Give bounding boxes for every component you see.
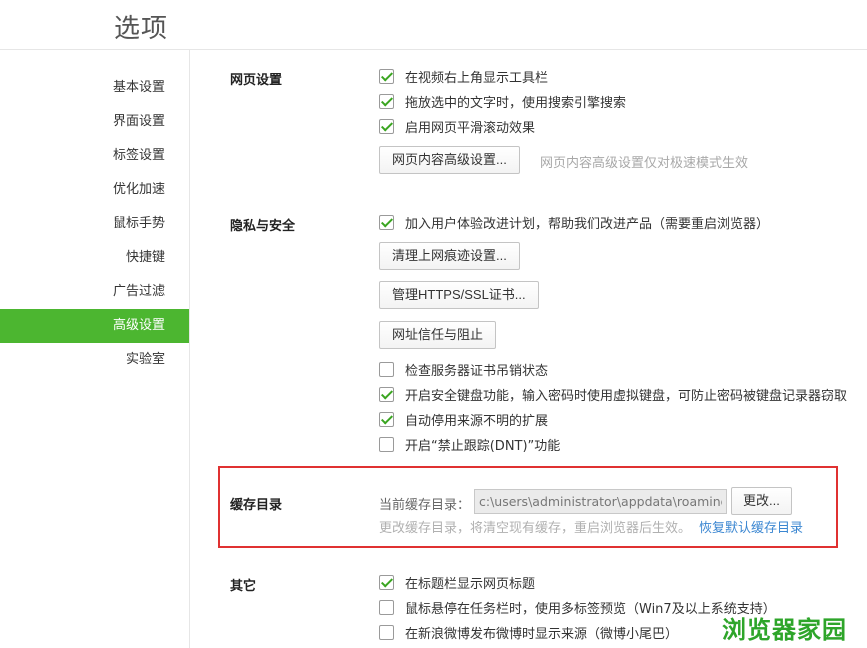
option-label: 拖放选中的文字时，使用搜索引擎搜索 bbox=[405, 95, 627, 111]
web-advanced-settings-button[interactable]: 网页内容高级设置... bbox=[379, 146, 520, 174]
checkbox-unchecked-icon[interactable] bbox=[379, 624, 394, 640]
option-label: 开启“禁止跟踪(DNT)”功能 bbox=[405, 438, 561, 454]
cache-hint: 更改缓存目录，将清空现有缓存，重启浏览器后生效。 bbox=[379, 521, 692, 536]
option-taskbar-preview[interactable]: 鼠标悬停在任务栏时，使用多标签预览（Win7及以上系统支持） bbox=[379, 597, 776, 617]
option-label: 在视频右上角显示工具栏 bbox=[405, 70, 549, 86]
page-header: 选项 bbox=[0, 0, 867, 50]
option-label: 检查服务器证书吊销状态 bbox=[405, 363, 549, 379]
checkbox-checked-icon[interactable] bbox=[379, 411, 394, 427]
option-label: 启用网页平滑滚动效果 bbox=[405, 120, 536, 136]
sidebar-item-adblock[interactable]: 广告过滤 bbox=[0, 275, 189, 309]
option-label: 在新浪微博发布微博时显示来源（微博小尾巴） bbox=[405, 626, 679, 642]
cache-change-button[interactable]: 更改... bbox=[731, 487, 792, 515]
page-title: 选项 bbox=[114, 14, 169, 44]
checkbox-checked-icon[interactable] bbox=[379, 93, 394, 109]
option-smooth-scroll[interactable]: 启用网页平滑滚动效果 bbox=[379, 116, 535, 136]
option-weibo-source[interactable]: 在新浪微博发布微博时显示来源（微博小尾巴） bbox=[379, 622, 678, 642]
cache-current-label: 当前缓存目录： bbox=[379, 498, 471, 513]
option-video-toolbar[interactable]: 在视频右上角显示工具栏 bbox=[379, 66, 548, 86]
restore-default-cache-link[interactable]: 恢复默认缓存目录 bbox=[699, 517, 803, 536]
option-disable-unknown-extensions[interactable]: 自动停用来源不明的扩展 bbox=[379, 409, 548, 429]
section-title-other: 其它 bbox=[230, 579, 257, 594]
option-drag-search[interactable]: 拖放选中的文字时，使用搜索引擎搜索 bbox=[379, 91, 626, 111]
option-ux-program[interactable]: 加入用户体验改进计划，帮助我们改进产品（需要重启浏览器） bbox=[379, 212, 769, 232]
option-cert-revocation[interactable]: 检查服务器证书吊销状态 bbox=[379, 359, 548, 379]
checkbox-checked-icon[interactable] bbox=[379, 214, 394, 230]
sidebar-item-shortcuts[interactable]: 快捷键 bbox=[0, 241, 189, 275]
sidebar-item-advanced[interactable]: 高级设置 bbox=[0, 309, 189, 343]
watermark-logo: 浏览器家园 bbox=[722, 616, 847, 644]
option-label: 鼠标悬停在任务栏时，使用多标签预览（Win7及以上系统支持） bbox=[405, 601, 776, 617]
sidebar-item-interface[interactable]: 界面设置 bbox=[0, 105, 189, 139]
section-title-privacy: 隐私与安全 bbox=[230, 219, 296, 234]
checkbox-unchecked-icon[interactable] bbox=[379, 436, 394, 452]
option-label: 自动停用来源不明的扩展 bbox=[405, 413, 549, 429]
manage-certificates-button[interactable]: 管理HTTPS/SSL证书... bbox=[379, 281, 539, 309]
clear-traces-button[interactable]: 清理上网痕迹设置... bbox=[379, 242, 520, 270]
checkbox-checked-icon[interactable] bbox=[379, 68, 394, 84]
sidebar-item-basic[interactable]: 基本设置 bbox=[0, 71, 189, 105]
section-title-cache: 缓存目录 bbox=[230, 498, 283, 513]
settings-content: 网页设置 在视频右上角显示工具栏 拖放选中的文字时，使用搜索引擎搜索 启用网页平… bbox=[190, 50, 867, 648]
checkbox-checked-icon[interactable] bbox=[379, 386, 394, 402]
section-title-web: 网页设置 bbox=[230, 73, 283, 88]
option-secure-keyboard[interactable]: 开启安全键盘功能，输入密码时使用虚拟键盘，可防止密码被键盘记录器窃取 bbox=[379, 384, 847, 404]
checkbox-unchecked-icon[interactable] bbox=[379, 599, 394, 615]
option-label: 在标题栏显示网页标题 bbox=[405, 576, 536, 592]
option-title-bar-title[interactable]: 在标题栏显示网页标题 bbox=[379, 572, 535, 592]
sidebar-item-gestures[interactable]: 鼠标手势 bbox=[0, 207, 189, 241]
checkbox-unchecked-icon[interactable] bbox=[379, 361, 394, 377]
option-do-not-track[interactable]: 开启“禁止跟踪(DNT)”功能 bbox=[379, 434, 560, 454]
checkbox-checked-icon[interactable] bbox=[379, 118, 394, 134]
sidebar-item-optimize[interactable]: 优化加速 bbox=[0, 173, 189, 207]
web-advanced-hint: 网页内容高级设置仅对极速模式生效 bbox=[540, 156, 749, 171]
option-label: 开启安全键盘功能，输入密码时使用虚拟键盘，可防止密码被键盘记录器窃取 bbox=[405, 388, 848, 404]
url-trust-block-button[interactable]: 网址信任与阻止 bbox=[379, 321, 497, 349]
sidebar-item-labs[interactable]: 实验室 bbox=[0, 343, 189, 377]
option-label: 加入用户体验改进计划，帮助我们改进产品（需要重启浏览器） bbox=[405, 216, 770, 232]
sidebar-item-tabs[interactable]: 标签设置 bbox=[0, 139, 189, 173]
cache-path-input[interactable] bbox=[474, 489, 727, 514]
checkbox-checked-icon[interactable] bbox=[379, 574, 394, 590]
sidebar-nav: 基本设置 界面设置 标签设置 优化加速 鼠标手势 快捷键 广告过滤 高级设置 实… bbox=[0, 50, 190, 648]
